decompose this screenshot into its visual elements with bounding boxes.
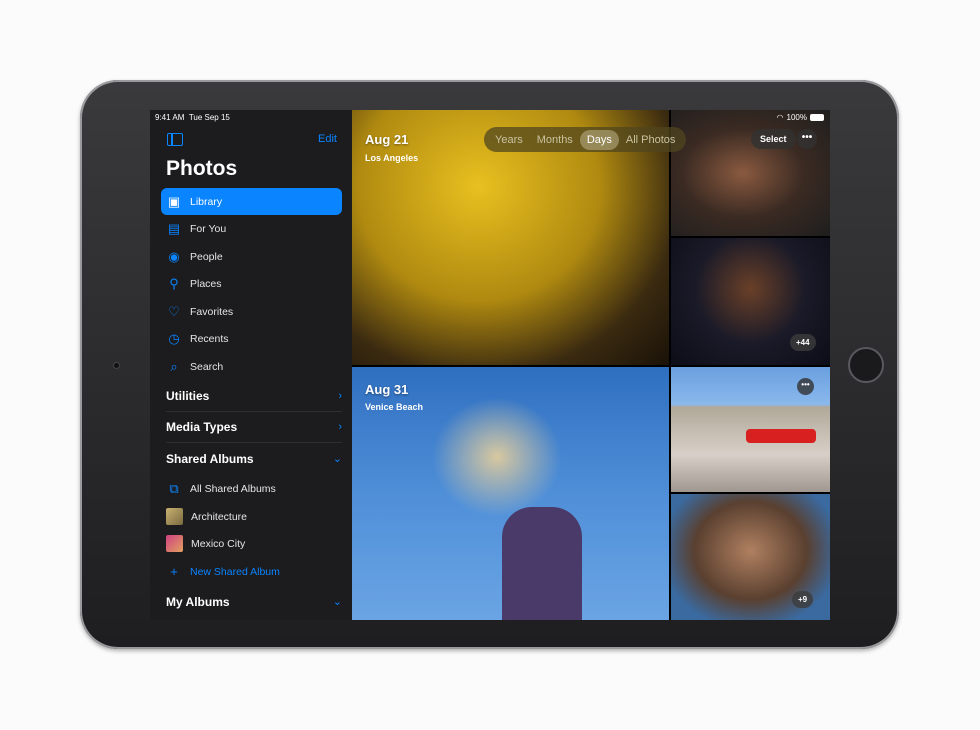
sidebar-item-for-you[interactable]: ▤ For You <box>161 215 342 242</box>
chevron-right-icon: › <box>338 421 342 433</box>
chevron-right-icon: › <box>338 390 342 402</box>
chevron-down-icon: ⌄ <box>332 453 342 465</box>
shared-albums-icon: ⧉ <box>169 480 179 496</box>
plus-icon: + <box>170 563 178 579</box>
screen: Aug 21 Los Angeles Aug 31 Venice Beach .… <box>150 110 830 620</box>
sidebar-toggle-icon[interactable] <box>167 133 183 146</box>
status-time: 9:41 AM Tue Sep 15 <box>155 113 230 122</box>
front-camera <box>113 362 120 369</box>
search-icon: ⌕ <box>170 358 178 374</box>
sidebar-item-favorites[interactable]: ♡ Favorites <box>161 298 342 325</box>
tab-all-photos[interactable]: All Photos <box>619 130 683 150</box>
section-shared-albums[interactable]: Shared Albums ⌄ <box>166 443 342 474</box>
person-circle-icon: ◉ <box>168 248 180 264</box>
album-thumbnail <box>166 535 183 552</box>
select-button[interactable]: Select <box>751 129 796 149</box>
sidebar-item-recents[interactable]: ◷ Recents <box>161 325 342 352</box>
sidebar-item-people[interactable]: ◉ People <box>161 243 342 270</box>
home-button[interactable] <box>848 347 884 383</box>
tab-days[interactable]: Days <box>579 129 619 150</box>
sidebar-item-all-shared-albums[interactable]: ⧉ All Shared Albums <box>161 475 342 502</box>
chevron-down-icon: ⌄ <box>332 596 342 608</box>
day-location: Los Angeles <box>365 153 419 163</box>
view-segmented-control: Years Months Days All Photos <box>484 127 687 152</box>
day-date: Aug 21 <box>365 132 409 147</box>
photo-library-icon: ▣ <box>167 193 181 209</box>
wifi-icon: ◠ <box>776 113 784 122</box>
tab-months[interactable]: Months <box>530 130 580 150</box>
edit-button[interactable]: Edit <box>318 133 337 145</box>
status-right: ◠ 100% <box>777 113 824 122</box>
album-thumbnail <box>166 508 183 525</box>
more-button[interactable]: ••• <box>797 129 817 149</box>
clock-icon: ◷ <box>168 330 180 346</box>
count-badge: +44 <box>790 334 816 351</box>
sidebar-item-mexico-city[interactable]: Mexico City <box>161 530 342 557</box>
for-you-icon: ▤ <box>167 220 181 236</box>
day-location: Venice Beach <box>365 402 424 412</box>
heart-icon: ♡ <box>168 303 180 319</box>
sidebar-item-search[interactable]: ⌕ Search <box>161 353 342 380</box>
more-button[interactable]: ••• <box>797 378 814 395</box>
day-date: Aug 31 <box>365 382 409 397</box>
section-media-types[interactable]: Media Types › <box>166 412 342 443</box>
page-title: Photos <box>166 157 238 180</box>
section-my-albums[interactable]: My Albums ⌄ <box>166 586 342 617</box>
section-utilities[interactable]: Utilities › <box>166 381 342 412</box>
sidebar-item-places[interactable]: ⚲ Places <box>161 270 342 297</box>
new-shared-album-button[interactable]: + New Shared Album <box>161 558 342 585</box>
sidebar-item-library[interactable]: ▣ Library <box>161 188 342 215</box>
count-badge: +9 <box>792 591 814 608</box>
map-pin-icon: ⚲ <box>169 275 179 291</box>
sidebar-item-architecture[interactable]: Architecture <box>161 503 342 530</box>
sidebar: Edit Photos ▣ Library ▤ For You ◉ People ⚲ P… <box>150 110 352 620</box>
tab-years[interactable]: Years <box>488 130 530 150</box>
battery-icon <box>810 114 824 121</box>
